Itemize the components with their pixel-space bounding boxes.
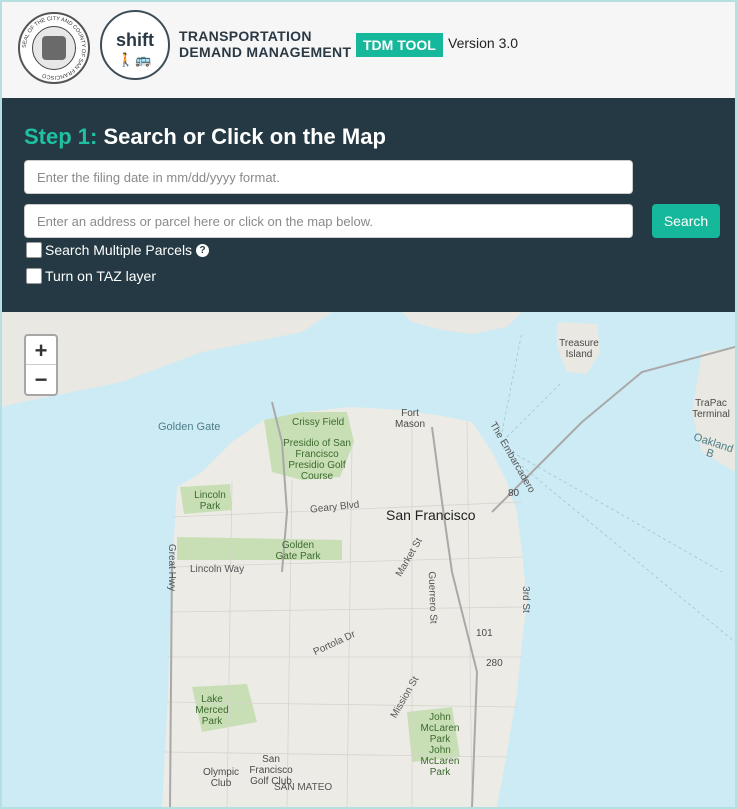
map-label-guerrero: Guerrero St (425, 571, 439, 624)
tdm-tool-badge: TDM TOOL (356, 33, 443, 57)
question-circle-icon[interactable]: ? (196, 243, 210, 257)
address-search-input[interactable] (24, 204, 633, 238)
map-canvas[interactable] (2, 312, 735, 807)
search-panel: Step 1: Search or Click on the Map Searc… (2, 98, 735, 312)
header: SEAL OF THE CITY AND COUNTY OF SAN FRANC… (2, 2, 735, 98)
taz-layer-label: Turn on TAZ layer (45, 268, 157, 284)
map-label-trapac: TraPac Terminal (692, 398, 730, 420)
map-label-san-francisco: San Francisco (386, 507, 476, 523)
multiple-parcels-checkbox[interactable] (26, 242, 42, 258)
shift-logo: shift 🚶🚌 (100, 10, 170, 80)
seal-emblem (32, 26, 76, 70)
step-number: Step 1: (24, 124, 98, 149)
version-text: Version 3.0 (448, 35, 519, 51)
brand-line-1: TRANSPORTATION (179, 28, 312, 44)
brand-line-2: DEMAND MANAGEMENT (179, 44, 352, 60)
shift-logo-text: shift (116, 30, 154, 50)
map-view[interactable]: + − Treasure Island Golden Gate Crissy F… (2, 312, 735, 807)
search-button[interactable]: Search (652, 204, 720, 238)
brand-title: TRANSPORTATION DEMAND MANAGEMENT (179, 28, 351, 60)
north-shore-land (402, 312, 522, 334)
zoom-out-button[interactable]: − (26, 365, 56, 394)
map-label-i101: 101 (476, 628, 493, 639)
transit-icons: 🚶🚌 (117, 52, 153, 67)
map-label-lincoln-way: Lincoln Way (190, 564, 245, 575)
seal-shield-icon (42, 36, 66, 60)
map-label-i280: 280 (486, 658, 503, 669)
map-label-presidio: Presidio of San Francisco Presidio Golf … (283, 438, 351, 482)
multiple-parcels-row: Search Multiple Parcels ? (26, 242, 210, 258)
map-label-olympic-club: Olympic Club (202, 767, 240, 789)
map-label-golden-gate-park: Golden Gate Park (275, 540, 321, 562)
map-label-3rd-st: 3rd St (519, 586, 531, 613)
step-heading: Step 1: Search or Click on the Map (24, 124, 386, 150)
map-label-golden-gate: Golden Gate (158, 421, 221, 433)
map-label-treasure-island: Treasure Island (559, 338, 599, 360)
map-label-great-hwy: Great Hwy (166, 543, 178, 592)
taz-layer-checkbox[interactable] (26, 268, 42, 284)
zoom-in-button[interactable]: + (26, 336, 56, 365)
map-label-fort-mason: Fort Mason (394, 408, 425, 430)
map-label-crissy-field: Crissy Field (292, 417, 345, 428)
filing-date-input[interactable] (24, 160, 633, 194)
multiple-parcels-label: Search Multiple Parcels (45, 242, 193, 258)
zoom-control: + − (24, 334, 58, 396)
step-title: Search or Click on the Map (103, 124, 386, 149)
map-label-san-mateo: SAN MATEO (274, 782, 333, 793)
app-frame: SEAL OF THE CITY AND COUNTY OF SAN FRANC… (0, 0, 737, 809)
map-label-i80: 80 (508, 488, 520, 499)
city-seal-logo: SEAL OF THE CITY AND COUNTY OF SAN FRANC… (18, 12, 90, 84)
taz-layer-row: Turn on TAZ layer (26, 268, 156, 284)
map-label-lake-merced: Lake Merced Park (195, 694, 229, 727)
map-label-mclaren: John McLaren Park John McLaren Park (420, 712, 460, 778)
map-label-lincoln-park: Lincoln Park (194, 490, 226, 512)
